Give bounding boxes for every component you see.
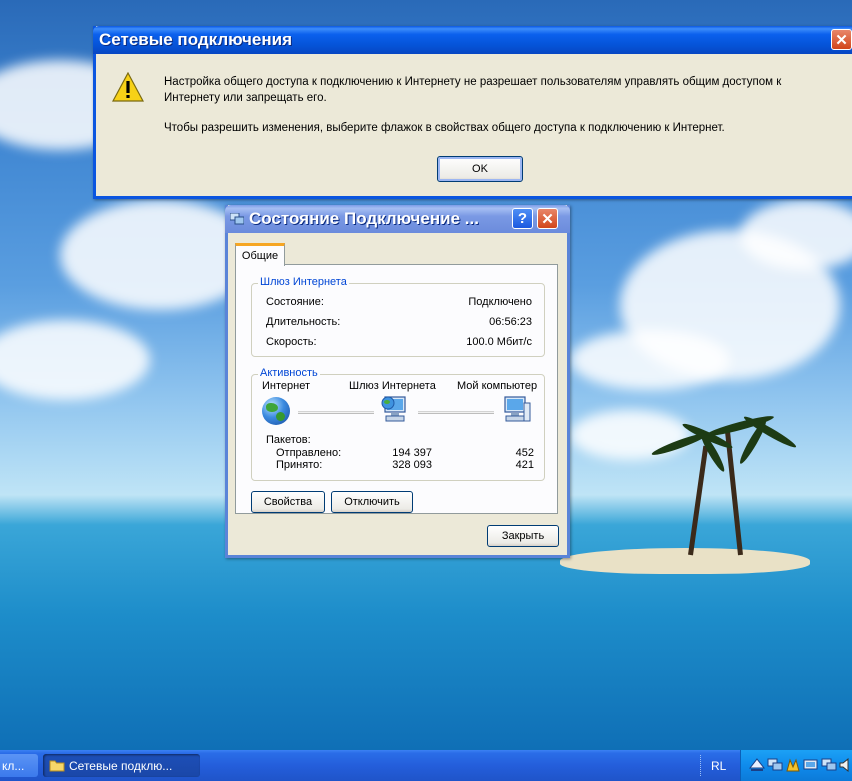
speed-label: Скорость:	[266, 336, 317, 348]
network-tray-icon-3[interactable]	[821, 758, 837, 772]
properties-button[interactable]: Свойства	[251, 491, 325, 513]
sent-computer-value: 452	[515, 447, 534, 459]
status-window-close-button[interactable]: ✕	[537, 208, 558, 229]
language-indicator: RL	[711, 758, 727, 773]
packets-label: Пакетов:	[266, 434, 311, 446]
connection-line	[418, 411, 494, 414]
message-box-title: Сетевые подключения	[99, 30, 293, 49]
activity-group: Активность Интернет Шлюз Интернета Мой к…	[251, 367, 545, 481]
island	[560, 548, 810, 574]
activity-group-title: Активность	[258, 367, 320, 379]
close-button[interactable]: Закрыть	[487, 525, 559, 547]
status-value: Подключено	[468, 296, 532, 308]
taskbar: кл... Сетевые подклю... RL	[0, 750, 852, 781]
system-tray	[740, 750, 852, 781]
internet-globe-icon	[262, 397, 290, 425]
duration-label: Длительность:	[266, 316, 341, 328]
network-tray-icon[interactable]	[767, 758, 783, 772]
received-computer-value: 421	[515, 459, 534, 471]
disconnect-button[interactable]: Отключить	[331, 491, 413, 513]
network-connection-icon	[230, 213, 244, 225]
gateway-computer-icon	[381, 396, 406, 422]
internet-node-label: Интернет	[262, 380, 310, 392]
safely-remove-hardware-icon[interactable]	[749, 758, 765, 772]
status-window-title: Состояние Подключение ...	[249, 209, 479, 228]
received-label: Принято:	[276, 459, 323, 471]
taskbar-button-partial[interactable]: кл...	[0, 754, 38, 777]
taskbar-task-label: Сетевые подклю...	[69, 758, 173, 773]
duration-value: 06:56:23	[489, 316, 532, 328]
network-tray-icon-2[interactable]	[803, 758, 819, 772]
message-line-3: Чтобы разрешить изменения, выберите флаж…	[164, 122, 725, 134]
tab-general[interactable]: Общие	[235, 243, 285, 266]
general-tab-panel: Шлюз Интернета Состояние: Подключено Дли…	[235, 264, 558, 514]
gateway-group-title: Шлюз Интернета	[258, 276, 349, 288]
message-line-1: Настройка общего доступа к подключению к…	[164, 76, 782, 88]
tray-app-icon[interactable]	[785, 758, 801, 772]
status-label: Состояние:	[266, 296, 324, 308]
language-bar[interactable]: RL	[700, 755, 738, 776]
message-line-2: Интернету или запрещать его.	[164, 92, 327, 104]
my-computer-node-label: Мой компьютер	[457, 380, 538, 392]
connection-status-window: Состояние Подключение ... ? ✕ Общие Шлюз…	[225, 205, 570, 558]
my-computer-icon	[504, 396, 531, 422]
message-box-text: Настройка общего доступа к подключению к…	[164, 74, 781, 136]
message-box-close-button[interactable]: ✕	[831, 29, 852, 50]
folder-icon	[49, 760, 65, 772]
gateway-group: Шлюз Интернета Состояние: Подключено Дли…	[251, 276, 545, 357]
taskbar-button-partial-label: кл...	[2, 758, 25, 773]
network-connections-message-box: Сетевые подключения ✕ Настройка общего д…	[93, 26, 852, 199]
sent-label: Отправлено:	[276, 447, 342, 459]
sent-gateway-value: 194 397	[392, 447, 432, 459]
taskbar-task-network-connections[interactable]: Сетевые подклю...	[43, 754, 200, 777]
connection-line	[298, 411, 374, 414]
volume-icon[interactable]	[839, 758, 851, 772]
message-box-titlebar[interactable]: Сетевые подключения ✕	[93, 26, 852, 54]
speed-value: 100.0 Мбит/с	[466, 336, 532, 348]
received-gateway-value: 328 093	[392, 459, 432, 471]
warning-icon	[112, 72, 144, 102]
gateway-node-label: Шлюз Интернета	[349, 380, 436, 392]
ok-button[interactable]: OK	[437, 156, 523, 182]
status-window-titlebar[interactable]: Состояние Подключение ... ? ✕	[225, 205, 570, 233]
help-button[interactable]: ?	[512, 208, 533, 229]
